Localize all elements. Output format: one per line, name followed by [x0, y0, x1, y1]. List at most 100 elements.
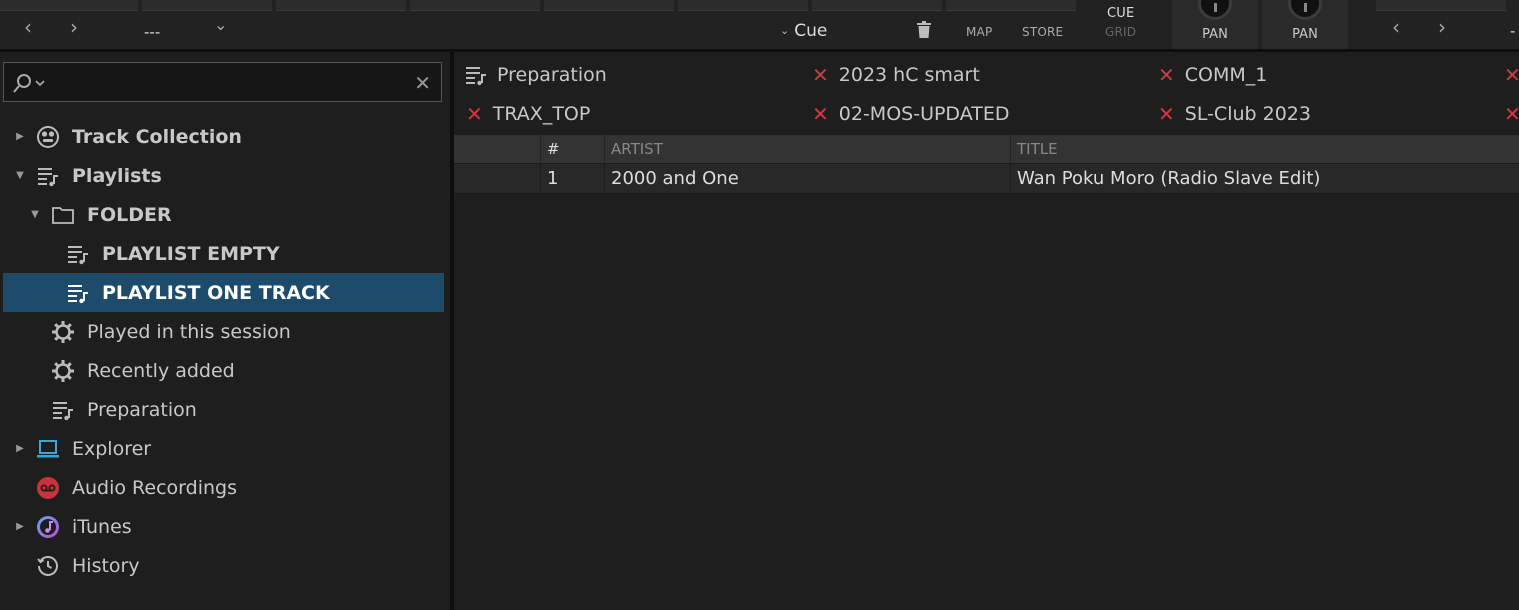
playlist-icon — [66, 281, 90, 305]
tree-item-label: Played in this session — [87, 320, 291, 343]
column-header-artist[interactable]: ARTIST — [604, 135, 1010, 164]
track-number: 1 — [540, 164, 604, 194]
remove-favorite-icon[interactable]: ✕ — [812, 102, 829, 126]
nav-prev-button[interactable]: ‹ — [24, 17, 32, 37]
right-nav-next-button[interactable]: › — [1438, 17, 1446, 37]
favorite-slot[interactable]: ✕ 02-MOS-UPDATED — [812, 94, 1010, 133]
tree-item-playlist-one-track[interactable]: PLAYLIST ONE TRACK — [3, 273, 444, 312]
table-row[interactable]: 1 2000 and One Wan Poku Moro (Radio Slav… — [454, 164, 1519, 194]
hotcue-slot-9[interactable] — [1376, 0, 1506, 11]
tree-item-recently-added[interactable]: Recently added — [3, 351, 444, 390]
playlist-icon — [464, 63, 488, 87]
browser-sidebar: ✕ ▶ Track Collection ▼ Playlists ▼ FOLDE… — [0, 52, 450, 610]
hotcue-slot-1[interactable] — [0, 0, 138, 11]
expand-arrow-icon[interactable]: ▶ — [14, 443, 26, 454]
cue-mode-label: Cue — [794, 21, 828, 41]
tree-item-label: Preparation — [87, 398, 197, 421]
hotcue-slot-6[interactable] — [678, 0, 808, 11]
tree-item-playlists[interactable]: ▼ Playlists — [3, 156, 444, 195]
search-input[interactable] — [52, 69, 402, 95]
track-icon-cell — [454, 164, 540, 194]
history-clock-icon — [36, 554, 60, 578]
hotcue-slot-4[interactable] — [410, 0, 540, 11]
tree-item-label: PLAYLIST EMPTY — [102, 242, 280, 265]
tree-item-label: Explorer — [72, 437, 152, 460]
favorite-label: 02-MOS-UPDATED — [838, 102, 1010, 125]
pan-left-label: PAN — [1202, 27, 1228, 42]
selector-chevron-icon[interactable]: ⌄ — [214, 17, 227, 33]
deck-control-strip: ‹ › --- ⌄ ⌄ Cue MAP STORE CUE GRID PAN PA… — [0, 0, 1519, 50]
favorite-slot[interactable]: ✕ COMM_1 — [1158, 55, 1267, 94]
search-icon[interactable] — [12, 72, 46, 94]
tree-item-preparation[interactable]: Preparation — [3, 390, 444, 429]
hotcue-slot-2[interactable] — [142, 0, 272, 11]
store-button[interactable]: STORE — [1022, 25, 1063, 39]
tree-item-played-in-this-session[interactable]: Played in this session — [3, 312, 444, 351]
remove-favorite-icon[interactable]: ✕ — [466, 102, 483, 126]
hotcue-slot-8[interactable] — [946, 0, 1076, 11]
tree-item-track-collection[interactable]: ▶ Track Collection — [3, 117, 444, 156]
tree-item-audio-recordings[interactable]: Audio Recordings — [3, 468, 444, 507]
nav-next-button[interactable]: › — [70, 17, 78, 37]
tree-item-explorer[interactable]: ▶ Explorer — [3, 429, 444, 468]
cue-label[interactable]: CUE — [1107, 6, 1134, 21]
playlist-icon — [66, 242, 90, 266]
explorer-laptop-icon — [36, 437, 60, 461]
favorite-label: TRAX_TOP — [492, 102, 591, 125]
tree-item-playlist-empty[interactable]: PLAYLIST EMPTY — [3, 234, 444, 273]
trash-icon[interactable] — [916, 21, 932, 43]
favorite-label: 2023 hC smart — [838, 63, 980, 86]
column-header-title[interactable]: TITLE — [1010, 135, 1516, 164]
track-table: # ARTIST TITLE 1 2000 and One Wan Poku M… — [454, 135, 1519, 194]
browser-main-panel: Preparation ✕ 2023 hC smart ✕ COMM_1 ✕ ✕… — [454, 52, 1519, 610]
pan-knob-left[interactable] — [1198, 0, 1232, 20]
hotcue-slot-3[interactable] — [276, 0, 406, 11]
column-header-icon[interactable] — [454, 135, 540, 164]
selector-value[interactable]: --- — [144, 25, 160, 40]
hotcue-slot-5[interactable] — [544, 0, 674, 11]
favorite-slot[interactable]: ✕ TRAX_TOP — [466, 94, 590, 133]
favorite-slot[interactable]: ✕ 2023 hC smart — [812, 55, 980, 94]
tree-item-label: History — [72, 554, 140, 577]
remove-favorite-icon[interactable]: ✕ — [1504, 63, 1519, 87]
favorite-slot[interactable]: ✕ — [1504, 55, 1519, 94]
track-collection-icon — [36, 125, 60, 149]
tree-item-folder[interactable]: ▼ FOLDER — [3, 195, 444, 234]
tree-item-label: Track Collection — [72, 125, 242, 148]
playlist-icon — [51, 398, 75, 422]
tree-item-itunes[interactable]: ▶ iTunes — [3, 507, 444, 546]
tree-item-label: Audio Recordings — [72, 476, 237, 499]
remove-favorite-icon[interactable]: ✕ — [1504, 102, 1519, 126]
right-selector-value[interactable]: - — [1510, 24, 1515, 39]
right-nav-prev-button[interactable]: ‹ — [1392, 17, 1400, 37]
tree-item-label: PLAYLIST ONE TRACK — [102, 281, 330, 304]
favorite-slot[interactable]: ✕ — [1504, 94, 1519, 133]
cue-mode-dropdown[interactable]: ⌄ Cue — [780, 21, 827, 41]
hotcue-slot-7[interactable] — [812, 0, 942, 11]
search-box[interactable]: ✕ — [3, 62, 442, 102]
expand-arrow-icon[interactable]: ▶ — [14, 521, 26, 532]
tree-item-history[interactable]: History — [3, 546, 444, 585]
favorites-row-1: Preparation ✕ 2023 hC smart ✕ COMM_1 ✕ — [454, 55, 1519, 94]
collapse-arrow-icon[interactable]: ▼ — [14, 170, 26, 181]
favorites-row-2: ✕ TRAX_TOP ✕ 02-MOS-UPDATED ✕ SL-Club 20… — [454, 94, 1519, 133]
remove-favorite-icon[interactable]: ✕ — [1158, 63, 1175, 87]
favorite-slot[interactable]: ✕ SL-Club 2023 — [1158, 94, 1311, 133]
tree-item-label: Recently added — [87, 359, 235, 382]
column-header-number[interactable]: # — [540, 135, 604, 164]
grid-label[interactable]: GRID — [1105, 25, 1136, 39]
map-button[interactable]: MAP — [966, 25, 992, 39]
track-title: Wan Poku Moro (Radio Slave Edit) — [1010, 164, 1516, 194]
chevron-down-icon: ⌄ — [780, 24, 790, 37]
favorite-slot[interactable]: Preparation — [464, 55, 607, 94]
remove-favorite-icon[interactable]: ✕ — [812, 63, 829, 87]
expand-arrow-icon[interactable]: ▶ — [14, 131, 26, 142]
tree-item-label: iTunes — [72, 515, 132, 538]
clear-search-button[interactable]: ✕ — [414, 71, 431, 95]
itunes-icon — [36, 515, 60, 539]
remove-favorite-icon[interactable]: ✕ — [1158, 102, 1175, 126]
folder-icon — [51, 203, 75, 227]
pan-knob-right[interactable] — [1288, 0, 1322, 20]
collapse-arrow-icon[interactable]: ▼ — [29, 209, 41, 220]
pan-right-label: PAN — [1292, 27, 1318, 42]
